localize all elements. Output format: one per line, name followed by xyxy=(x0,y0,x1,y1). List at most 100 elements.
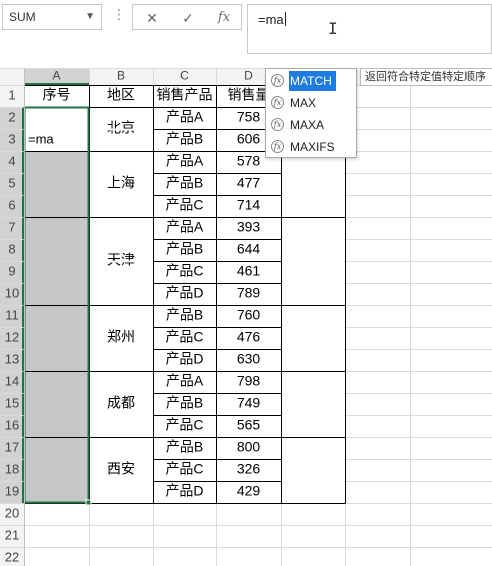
merge-mask xyxy=(282,458,344,461)
function-icon: fx xyxy=(271,74,284,87)
row-header-9: 9 xyxy=(8,263,15,278)
function-icon: fx xyxy=(271,140,284,153)
merge-mask xyxy=(25,194,88,197)
merge-mask xyxy=(25,260,88,263)
region-cell: 上海 xyxy=(107,175,135,191)
product-cell: 产品A xyxy=(166,153,204,169)
row-header-5: 5 xyxy=(8,175,15,190)
merge-mask xyxy=(25,480,88,483)
merge-mask xyxy=(90,194,152,197)
region-cell: 成都 xyxy=(107,395,135,411)
merge-mask xyxy=(25,458,88,461)
product-cell: 产品B xyxy=(166,241,203,257)
merge-mask xyxy=(90,326,152,329)
sales-cell: 476 xyxy=(237,329,261,345)
product-cell: 产品D xyxy=(165,483,203,499)
product-cell: 产品C xyxy=(165,197,203,213)
merge-mask xyxy=(282,260,344,263)
merge-mask xyxy=(90,260,152,263)
table-header-cell: 地区 xyxy=(107,87,135,103)
merge-mask xyxy=(282,194,344,197)
sales-cell: 326 xyxy=(237,461,261,477)
row-header-22: 22 xyxy=(5,549,19,564)
row-header-16: 16 xyxy=(5,417,19,432)
product-cell: 产品A xyxy=(166,219,204,235)
product-cell: 产品B xyxy=(166,395,203,411)
region-cell: 天津 xyxy=(107,252,135,268)
column-header-underline xyxy=(24,83,89,85)
sales-cell: 714 xyxy=(237,197,261,213)
function-icon: fx xyxy=(271,96,284,109)
sales-cell: 758 xyxy=(237,109,261,125)
sales-cell: 789 xyxy=(237,285,261,301)
merge-mask xyxy=(25,348,88,351)
merge-mask xyxy=(282,326,344,329)
column-header-b: B xyxy=(117,69,125,83)
product-cell: 产品D xyxy=(165,285,203,301)
editing-cell: =ma xyxy=(28,131,54,146)
merge-mask xyxy=(25,128,88,131)
merge-mask xyxy=(25,392,88,395)
sales-cell: 749 xyxy=(237,395,261,411)
table-header-cell: 销售量 xyxy=(228,87,270,103)
row-header-13: 13 xyxy=(5,351,19,366)
row-header-18: 18 xyxy=(5,461,19,476)
merge-mask xyxy=(90,392,152,395)
row-header-7: 7 xyxy=(8,219,15,234)
merge-mask xyxy=(282,282,344,285)
merge-mask xyxy=(90,128,152,131)
merge-mask xyxy=(90,282,152,285)
product-cell: 产品B xyxy=(166,307,203,323)
column-header-d: D xyxy=(244,69,253,83)
autocomplete-item-match[interactable]: fx MATCH xyxy=(268,71,354,91)
row-header-6: 6 xyxy=(8,197,15,212)
function-autocomplete-list: fx MATCH fx MAX fx MAXA fx MAXIFS xyxy=(265,68,357,158)
merge-mask xyxy=(90,348,152,351)
region-cell: 郑州 xyxy=(107,329,135,345)
sales-cell: 798 xyxy=(237,373,261,389)
row-header-3: 3 xyxy=(8,131,15,146)
merge-mask xyxy=(90,172,152,175)
sales-cell: 477 xyxy=(237,175,261,191)
merge-mask xyxy=(90,238,152,241)
sales-cell: 644 xyxy=(237,241,261,257)
merge-mask xyxy=(282,414,344,417)
merge-mask xyxy=(25,172,88,175)
column-header-c: C xyxy=(180,69,189,83)
sales-cell: 429 xyxy=(237,483,261,499)
product-cell: 产品A xyxy=(166,373,204,389)
merge-mask xyxy=(282,480,344,483)
fill-handle[interactable] xyxy=(85,499,92,506)
region-cell: 北京 xyxy=(107,120,135,136)
row-header-15: 15 xyxy=(5,395,19,410)
table-header-cell: 销售产品 xyxy=(157,87,213,103)
merge-mask xyxy=(25,326,88,329)
region-cell: 西安 xyxy=(107,461,135,477)
product-cell: 产品C xyxy=(165,263,203,279)
product-cell: 产品C xyxy=(165,461,203,477)
merge-mask xyxy=(25,414,88,417)
product-cell: 产品B xyxy=(166,131,203,147)
row-header-17: 17 xyxy=(5,439,19,454)
row-header-2: 2 xyxy=(8,109,15,124)
autocomplete-item-maxa[interactable]: fx MAXA xyxy=(268,115,354,135)
product-cell: 产品B xyxy=(166,439,203,455)
row-header-12: 12 xyxy=(5,329,19,344)
product-cell: 产品D xyxy=(165,351,203,367)
autocomplete-item-maxifs[interactable]: fx MAXIFS xyxy=(268,137,354,157)
sales-cell: 578 xyxy=(237,153,261,169)
merge-mask xyxy=(90,414,152,417)
sales-cell: 461 xyxy=(237,263,261,279)
product-cell: 产品B xyxy=(166,175,203,191)
row-header-14: 14 xyxy=(5,373,19,388)
sales-cell: 393 xyxy=(237,219,261,235)
product-cell: 产品C xyxy=(165,417,203,433)
row-header-4: 4 xyxy=(8,153,15,168)
merge-mask xyxy=(25,238,88,241)
row-header-10: 10 xyxy=(5,285,19,300)
table-header-cell: 序号 xyxy=(43,87,71,103)
product-cell: 产品A xyxy=(166,109,204,125)
sales-cell: 606 xyxy=(237,131,261,147)
merge-mask xyxy=(25,282,88,285)
autocomplete-item-max[interactable]: fx MAX xyxy=(268,93,354,113)
